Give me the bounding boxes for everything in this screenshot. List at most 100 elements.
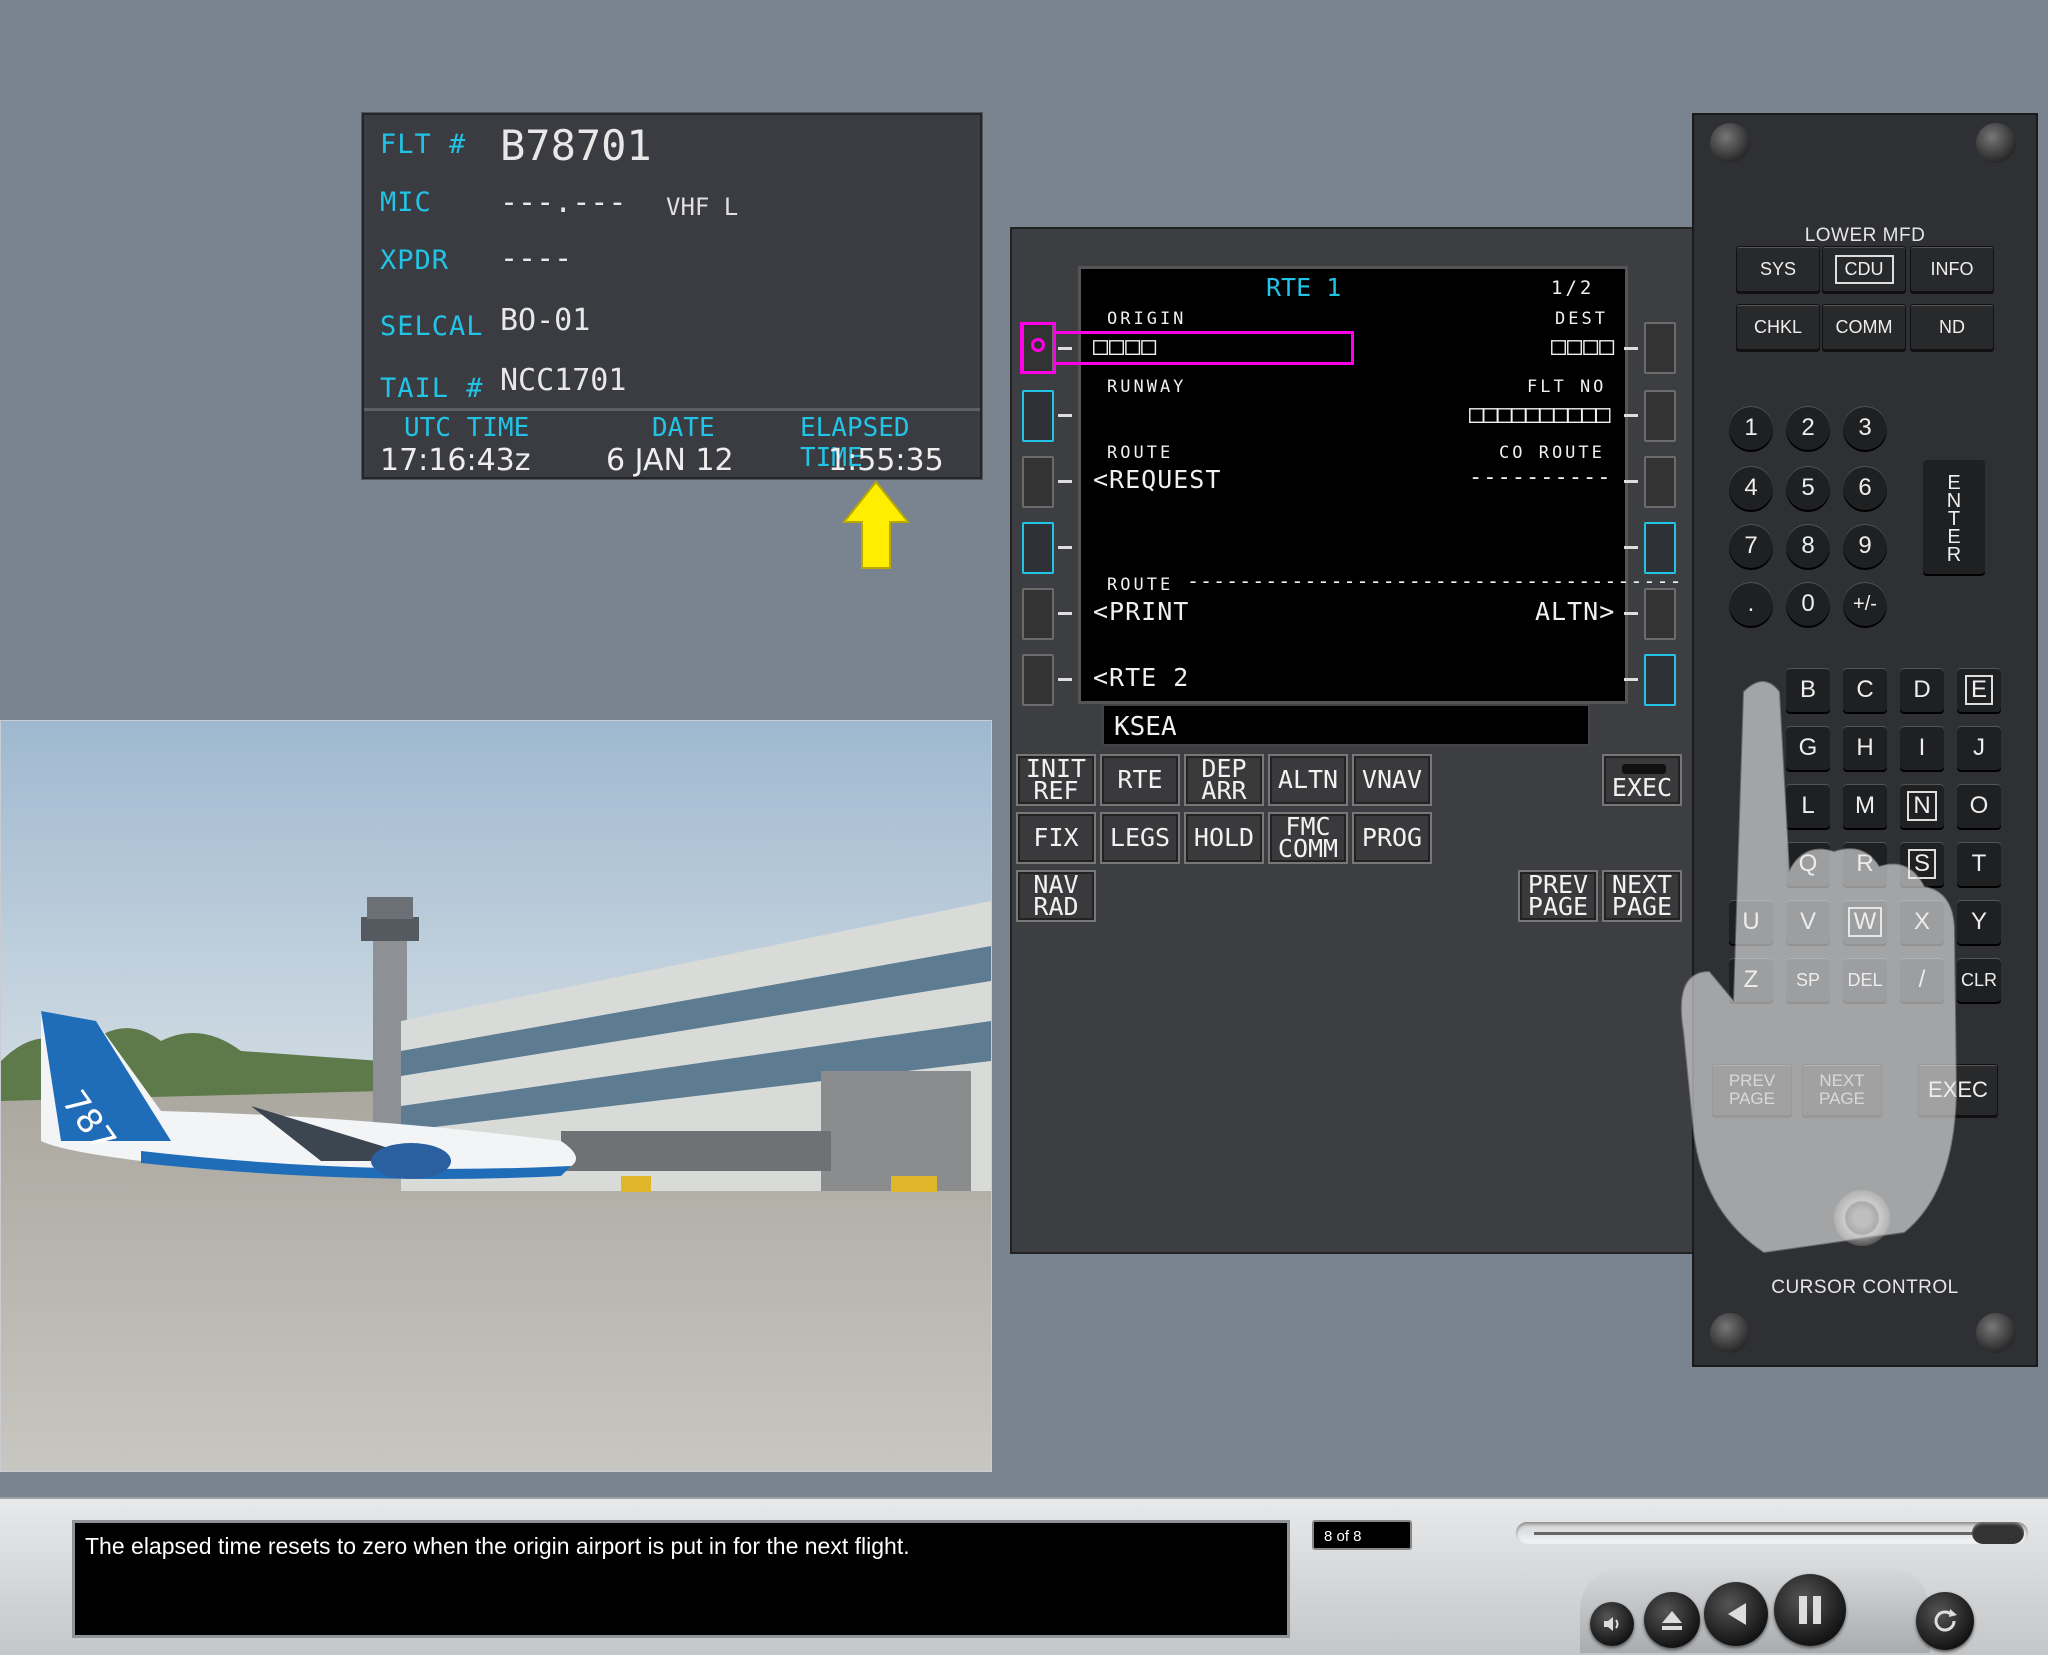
digit-1-key[interactable]: 1 <box>1729 406 1773 450</box>
mic-label: MIC <box>380 187 432 218</box>
digit-4-key[interactable]: 4 <box>1729 466 1773 510</box>
slash-key[interactable]: / <box>1900 958 1944 1002</box>
letter-n-key[interactable]: N <box>1900 784 1944 828</box>
pause-icon <box>1799 1596 1821 1624</box>
nav-rad-key[interactable]: NAV RAD <box>1016 870 1096 922</box>
altn-link[interactable]: ALTN> <box>1535 597 1615 626</box>
fmc-comm-key[interactable]: FMC COMM <box>1268 812 1348 864</box>
rte-key[interactable]: RTE <box>1100 754 1180 806</box>
letter-q-key[interactable]: Q <box>1786 842 1830 886</box>
letter-x-key[interactable]: X <box>1900 900 1944 944</box>
selcal-value: BO-01 <box>500 303 591 338</box>
lsk-4l[interactable] <box>1022 522 1054 574</box>
letter-s-key[interactable]: S <box>1900 842 1944 886</box>
exec-key[interactable]: EXEC <box>1602 754 1682 806</box>
play-back-icon <box>1728 1603 1746 1625</box>
legs-key[interactable]: LEGS <box>1100 812 1180 864</box>
progress-slider-thumb[interactable] <box>1972 1522 2024 1544</box>
letter-c-key[interactable]: C <box>1843 668 1887 712</box>
enter-key-label: ENTER <box>1943 472 1965 562</box>
letter-d-key[interactable]: D <box>1900 668 1944 712</box>
lsk-2l[interactable] <box>1022 390 1054 442</box>
lsk-6r[interactable] <box>1644 654 1676 706</box>
delete-key[interactable]: DEL <box>1843 958 1887 1002</box>
runway-label: RUNWAY <box>1107 377 1187 397</box>
digit-9-key[interactable]: 9 <box>1843 524 1887 568</box>
mfd-prev-page-key[interactable]: PREV PAGE <box>1712 1064 1792 1116</box>
lsk-5r[interactable] <box>1644 588 1676 640</box>
letter-v-key[interactable]: V <box>1786 900 1830 944</box>
letter-i-key[interactable]: I <box>1900 726 1944 770</box>
lsk-3r[interactable] <box>1644 456 1676 508</box>
flt-no-field[interactable]: □□□□□□□□□□ <box>1469 399 1611 428</box>
sys-key[interactable]: SYS <box>1736 246 1820 292</box>
cdu-scratchpad: KSEA <box>1102 704 1590 746</box>
enter-key[interactable]: ENTER <box>1923 460 1985 574</box>
origin-label: ORIGIN <box>1107 309 1187 329</box>
mfd-exec-key[interactable]: EXEC <box>1918 1064 1998 1116</box>
space-key[interactable]: SP <box>1786 958 1830 1002</box>
cursor-control-knob[interactable] <box>1834 1190 1890 1246</box>
letter-w-key[interactable]: W <box>1843 900 1887 944</box>
next-page-key[interactable]: NEXT PAGE <box>1602 870 1682 922</box>
letter-m-key[interactable]: M <box>1843 784 1887 828</box>
letter-u-key[interactable]: U <box>1729 900 1773 944</box>
route-print[interactable]: <PRINT <box>1093 597 1189 626</box>
dest-field[interactable]: □□□□ <box>1551 331 1615 360</box>
letter-b-key[interactable]: B <box>1786 668 1830 712</box>
eject-button[interactable] <box>1644 1592 1700 1648</box>
lsk-3l[interactable] <box>1022 456 1054 508</box>
co-route-field[interactable]: ---------- <box>1469 465 1611 490</box>
vnav-key[interactable]: VNAV <box>1352 754 1432 806</box>
nd-key[interactable]: ND <box>1910 304 1994 350</box>
plus-minus-key[interactable]: +/- <box>1843 582 1887 626</box>
lsk-tick <box>1624 546 1638 549</box>
altn-key[interactable]: ALTN <box>1268 754 1348 806</box>
digit-3-key[interactable]: 3 <box>1843 406 1887 450</box>
lsk-4r[interactable] <box>1644 522 1676 574</box>
mfd-next-page-key[interactable]: NEXT PAGE <box>1802 1064 1882 1116</box>
replay-button[interactable] <box>1916 1592 1974 1650</box>
fix-key[interactable]: FIX <box>1016 812 1096 864</box>
cdu-key[interactable]: CDU <box>1822 246 1906 292</box>
hold-key[interactable]: HOLD <box>1184 812 1264 864</box>
pause-button[interactable] <box>1774 1574 1846 1646</box>
prev-page-key[interactable]: PREV PAGE <box>1518 870 1598 922</box>
comm-key[interactable]: COMM <box>1822 304 1906 350</box>
letter-l-key[interactable]: L <box>1786 784 1830 828</box>
lsk-6l[interactable] <box>1022 654 1054 706</box>
letter-e-key[interactable]: E <box>1957 668 2001 712</box>
digit-2-key[interactable]: 2 <box>1786 406 1830 450</box>
letter-g-key[interactable]: G <box>1786 726 1830 770</box>
back-button[interactable] <box>1704 1582 1768 1646</box>
letter-t-key[interactable]: T <box>1957 842 2001 886</box>
digit-0-key[interactable]: 0 <box>1786 582 1830 626</box>
init-ref-key[interactable]: INIT REF <box>1016 754 1096 806</box>
route-request[interactable]: <REQUEST <box>1093 465 1221 494</box>
lsk-5l[interactable] <box>1022 588 1054 640</box>
volume-button[interactable] <box>1590 1602 1634 1646</box>
lsk-tick <box>1058 678 1072 681</box>
chkl-key[interactable]: CHKL <box>1736 304 1820 350</box>
lsk-1r[interactable] <box>1644 322 1676 374</box>
letter-z-key[interactable]: Z <box>1729 958 1773 1002</box>
lsk-2r[interactable] <box>1644 390 1676 442</box>
decimal-key[interactable]: . <box>1729 582 1773 626</box>
letter-o-key[interactable]: O <box>1957 784 2001 828</box>
letter-r-key[interactable]: R <box>1843 842 1887 886</box>
digit-5-key[interactable]: 5 <box>1786 466 1830 510</box>
letter-h-key[interactable]: H <box>1843 726 1887 770</box>
letter-j-key[interactable]: J <box>1957 726 2001 770</box>
letter-y-key[interactable]: Y <box>1957 900 2001 944</box>
exec-light <box>1622 764 1666 774</box>
tail-value: NCC1701 <box>500 363 627 398</box>
digit-8-key[interactable]: 8 <box>1786 524 1830 568</box>
rte2-link[interactable]: <RTE 2 <box>1093 663 1189 692</box>
digit-6-key[interactable]: 6 <box>1843 466 1887 510</box>
info-key[interactable]: INFO <box>1910 246 1994 292</box>
dep-arr-key[interactable]: DEP ARR <box>1184 754 1264 806</box>
digit-7-key[interactable]: 7 <box>1729 524 1773 568</box>
clear-key[interactable]: CLR <box>1957 958 2001 1002</box>
prog-key[interactable]: PROG <box>1352 812 1432 864</box>
lsk-tick <box>1624 678 1638 681</box>
